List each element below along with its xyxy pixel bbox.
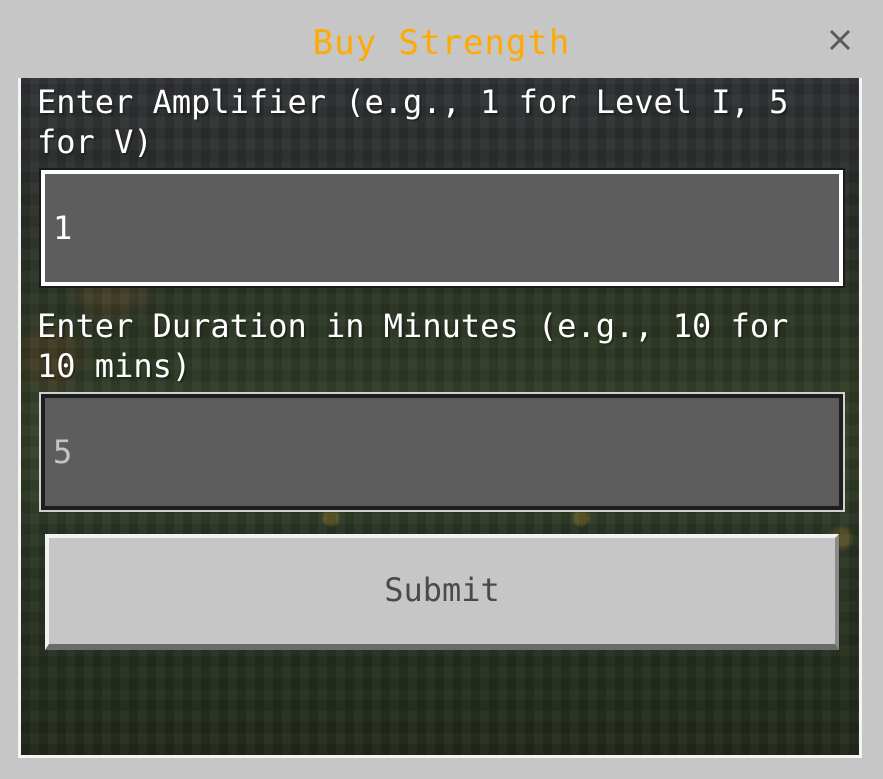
close-icon (829, 29, 851, 51)
dialog-title: Buy Strength (312, 23, 571, 63)
duration-input[interactable]: 5 (39, 392, 845, 512)
close-button[interactable] (822, 22, 858, 58)
duration-label: Enter Duration in Minutes (e.g., 10 for … (37, 307, 808, 385)
amplifier-input[interactable]: 1 (39, 168, 845, 288)
buy-strength-dialog: Buy Strength Enter Amplifier (e.g., 1 fo… (0, 0, 883, 779)
submit-button[interactable]: Submit (45, 534, 839, 650)
form-panel: Enter Amplifier (e.g., 1 for Level I, 5 … (18, 78, 862, 758)
amplifier-label: Enter Amplifier (e.g., 1 for Level I, 5 … (37, 83, 808, 161)
